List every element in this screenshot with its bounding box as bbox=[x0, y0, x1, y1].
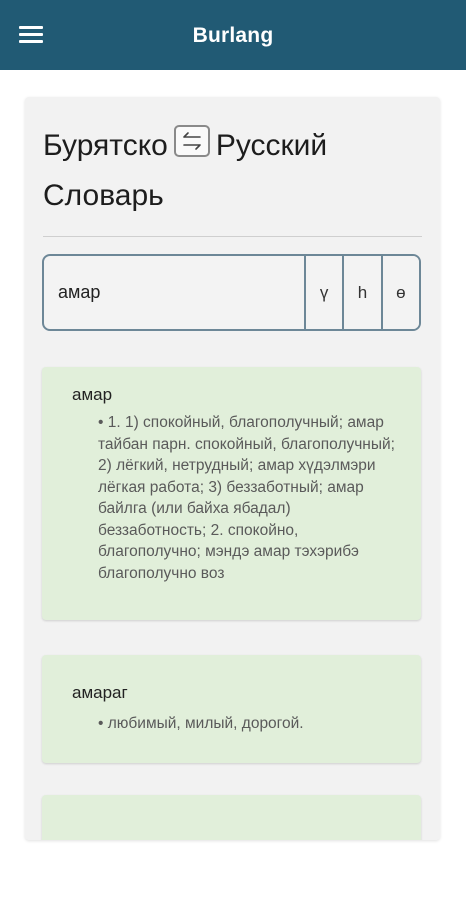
dictionary-entry[interactable]: амар • 1. 1) спокойный, благополучный; а… bbox=[42, 367, 421, 620]
letter-button-o[interactable]: ө bbox=[380, 256, 419, 329]
search-input[interactable] bbox=[44, 256, 304, 329]
page-subtitle: Словарь bbox=[43, 179, 164, 212]
page-title: Бурятско Русский Словарь bbox=[43, 121, 423, 221]
entry-word: амар bbox=[72, 385, 113, 404]
dictionary-entry[interactable] bbox=[42, 795, 421, 840]
swap-arrows-icon[interactable] bbox=[173, 125, 210, 157]
app-bar: Burlang bbox=[0, 0, 466, 70]
letter-button-u[interactable]: ү bbox=[304, 256, 343, 329]
entry-definition: • любимый, милый, дорогой. bbox=[98, 715, 304, 732]
target-language: Русский bbox=[215, 129, 328, 162]
search-bar: ү һ ө bbox=[42, 254, 421, 331]
letter-button-h[interactable]: һ bbox=[342, 256, 381, 329]
divider bbox=[43, 236, 422, 237]
entry-definition: • 1. 1) спокойный, благополучный; амар т… bbox=[98, 414, 395, 582]
dictionary-card: Бурятско Русский Словарь ү һ ө амар • 1. … bbox=[25, 97, 440, 840]
app-title: Burlang bbox=[192, 24, 274, 47]
source-language: Бурятско bbox=[43, 129, 168, 162]
entry-word: амараг bbox=[72, 683, 128, 702]
dictionary-entry[interactable]: амараг • любимый, милый, дорогой. bbox=[42, 655, 421, 763]
